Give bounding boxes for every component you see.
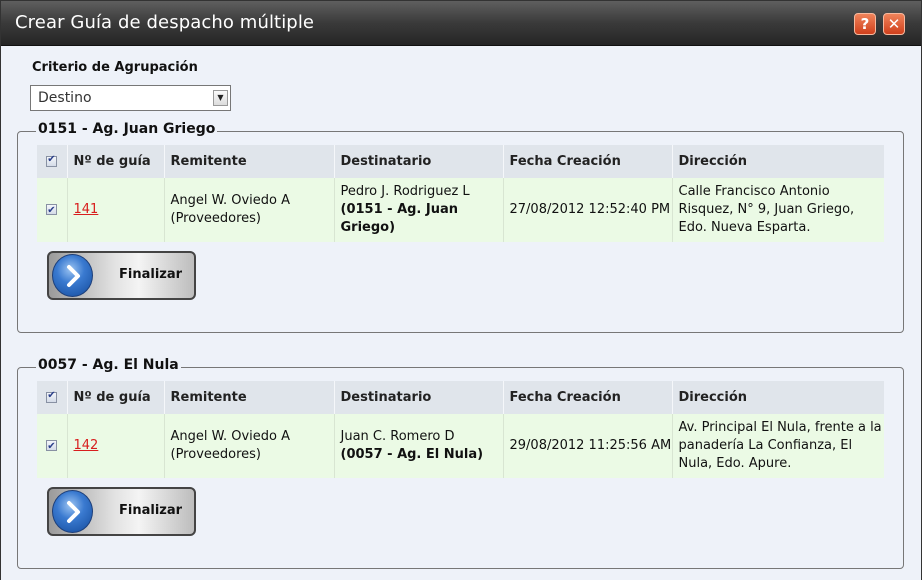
guia-cell: 142 <box>66 414 164 478</box>
group-el-nula: 0057 - Ag. El Nula Nº de guía Remitente … <box>17 357 904 569</box>
select-all-cell[interactable] <box>37 145 67 178</box>
column-header-direccion: Dirección <box>671 381 884 414</box>
dialog-title: Crear Guía de despacho múltiple <box>15 12 315 33</box>
direccion-cell: Calle Francisco Antonio Risquez, N° 9, J… <box>671 178 884 242</box>
guides-table: Nº de guía Remitente Destinatario Fecha … <box>37 381 884 478</box>
arrow-right-icon <box>52 254 93 297</box>
column-header-remitente: Remitente <box>163 381 334 414</box>
destinatario-cell: Juan C. Romero D (0057 - Ag. El Nula) <box>333 414 503 478</box>
destinatario-cell: Pedro J. Rodriguez L (0151 - Ag. Juan Gri… <box>333 178 503 242</box>
remitente-name: Angel W. Oviedo A <box>170 429 291 444</box>
grouping-criteria-select[interactable]: Destino ▼ <box>30 85 231 111</box>
help-button[interactable]: ? <box>854 13 876 35</box>
direccion-cell: Av. Principal El Nula, frente a la panad… <box>671 414 884 478</box>
finalize-button[interactable]: Finalizar <box>47 251 196 300</box>
destinatario-name: Juan C. Romero D <box>340 429 455 444</box>
select-all-checkbox[interactable] <box>46 390 58 403</box>
chevron-down-icon[interactable]: ▼ <box>213 90 228 106</box>
group-legend: 0057 - Ag. El Nula <box>36 357 181 373</box>
grouping-criteria-value: Destino <box>38 90 92 106</box>
group-juan-griego: 0151 - Ag. Juan Griego Nº de guía Remite… <box>17 121 904 333</box>
finalize-button-label: Finalizar <box>119 267 183 282</box>
guia-cell: 141 <box>66 178 164 242</box>
close-icon: ✕ <box>887 15 901 33</box>
group-legend: 0151 - Ag. Juan Griego <box>36 121 218 137</box>
guia-link[interactable]: 141 <box>74 202 99 217</box>
guia-link[interactable]: 142 <box>74 438 99 453</box>
guides-table: Nº de guía Remitente Destinatario Fecha … <box>37 145 884 242</box>
finalize-button-label: Finalizar <box>119 503 183 518</box>
fecha-cell: 29/08/2012 11:25:56 AM <box>502 414 672 478</box>
destinatario-name: Pedro J. Rodriguez L <box>340 184 470 199</box>
column-header-destinatario: Destinatario <box>333 381 503 414</box>
column-header-destinatario: Destinatario <box>333 145 503 178</box>
table-header-row: Nº de guía Remitente Destinatario Fecha … <box>37 381 884 414</box>
arrow-right-icon <box>52 490 93 533</box>
column-header-direccion: Dirección <box>671 145 884 178</box>
fecha-cell: 27/08/2012 12:52:40 PM <box>502 178 672 242</box>
help-icon: ? <box>860 15 870 33</box>
remitente-name: Angel W. Oviedo A <box>170 193 291 208</box>
dialog-titlebar: Crear Guía de despacho múltiple ? ✕ <box>1 1 921 46</box>
select-all-checkbox[interactable] <box>46 154 58 167</box>
grouping-criteria-label: Criterio de Agrupación <box>32 60 198 75</box>
destinatario-agency: (0151 - Ag. Juan Griego) <box>340 202 459 235</box>
row-checkbox-cell[interactable] <box>37 414 67 478</box>
column-header-guia: Nº de guía <box>66 381 164 414</box>
remitente-cell: Angel W. Oviedo A (Proveedores) <box>163 414 334 478</box>
dispatch-dialog: Crear Guía de despacho múltiple ? ✕ Crit… <box>0 0 922 580</box>
remitente-cell: Angel W. Oviedo A (Proveedores) <box>163 178 334 242</box>
column-header-fecha: Fecha Creación <box>502 145 672 178</box>
column-header-remitente: Remitente <box>163 145 334 178</box>
row-checkbox[interactable] <box>46 202 58 220</box>
row-checkbox[interactable] <box>46 438 58 456</box>
table-row: 141 Angel W. Oviedo A (Proveedores) Pedro… <box>37 178 884 242</box>
finalize-button[interactable]: Finalizar <box>47 487 196 536</box>
row-checkbox-cell[interactable] <box>37 178 67 242</box>
destinatario-agency: (0057 - Ag. El Nula) <box>340 447 484 462</box>
column-header-guia: Nº de guía <box>66 145 164 178</box>
remitente-type: (Proveedores) <box>170 211 262 226</box>
column-header-fecha: Fecha Creación <box>502 381 672 414</box>
select-all-cell[interactable] <box>37 381 67 414</box>
table-row: 142 Angel W. Oviedo A (Proveedores) Juan … <box>37 414 884 478</box>
close-button[interactable]: ✕ <box>883 13 905 35</box>
table-header-row: Nº de guía Remitente Destinatario Fecha … <box>37 145 884 178</box>
remitente-type: (Proveedores) <box>170 447 262 462</box>
